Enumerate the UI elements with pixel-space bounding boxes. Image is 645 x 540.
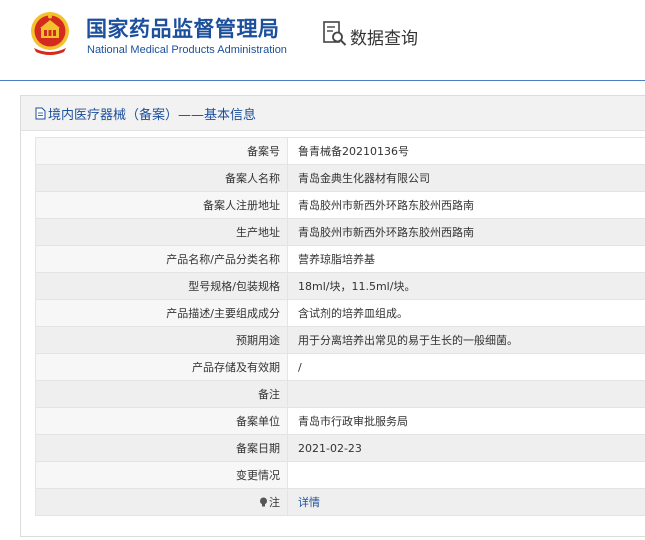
table-row: 备案单位 青岛市行政审批服务局 [35,407,645,435]
row-label-model-spec: 型号规格/包装规格 [35,272,288,300]
table-row: 备案人注册地址 青岛胶州市新西外环路东胶州西路南 [35,191,645,219]
row-value-production-address: 青岛胶州市新西外环路东胶州西路南 [287,218,645,246]
national-emblem-icon [31,12,69,55]
table-row: 备案人名称 青岛金典生化器材有限公司 [35,164,645,192]
table-row: 型号规格/包装规格 18ml/块，11.5ml/块。 [35,272,645,300]
row-label-remarks: 备注 [35,380,288,408]
row-label-description: 产品描述/主要组成成分 [35,299,288,327]
row-value-record-number: 鲁青械备20210136号 [287,137,645,165]
header-divider [0,80,645,81]
row-label-note: 注 [35,488,288,516]
row-label-registered-address: 备案人注册地址 [35,191,288,219]
row-value-filing-date: 2021-02-23 [287,434,645,462]
row-value-model-spec: 18ml/块，11.5ml/块。 [287,272,645,300]
table-row: 生产地址 青岛胶州市新西外环路东胶州西路南 [35,218,645,246]
panel-title: 境内医疗器械（备案）——基本信息 [48,107,257,123]
bulb-icon [260,497,267,507]
row-value-filing-unit: 青岛市行政审批服务局 [287,407,645,435]
row-label-production-address: 生产地址 [35,218,288,246]
site-title: 国家药品监督管理局 [86,17,280,41]
row-value-filer-name: 青岛金典生化器材有限公司 [287,164,645,192]
table-row: 备注 [35,380,645,408]
row-value-description: 含试剂的培养皿组成。 [287,299,645,327]
table-row: 产品名称/产品分类名称 营养琼脂培养基 [35,245,645,273]
note-label-text: 注 [269,496,280,509]
info-table: 备案号 鲁青械备20210136号 备案人名称 青岛金典生化器材有限公司 备案人… [35,137,645,516]
data-query-link[interactable]: 数据查询 [350,24,418,49]
row-value-registered-address: 青岛胶州市新西外环路东胶州西路南 [287,191,645,219]
table-row: 变更情况 [35,461,645,489]
table-row: 产品描述/主要组成成分 含试剂的培养皿组成。 [35,299,645,327]
row-value-remarks [287,380,645,408]
row-value-storage-validity: / [287,353,645,381]
row-label-changes: 变更情况 [35,461,288,489]
table-row: 备案日期 2021-02-23 [35,434,645,462]
data-query-icon[interactable] [323,21,347,47]
row-label-filing-date: 备案日期 [35,434,288,462]
table-row: 备案号 鲁青械备20210136号 [35,137,645,165]
row-value-intended-use: 用于分离培养出常见的易于生长的一般细菌。 [287,326,645,354]
row-label-filer-name: 备案人名称 [35,164,288,192]
row-label-filing-unit: 备案单位 [35,407,288,435]
row-label-record-number: 备案号 [35,137,288,165]
panel-header: 境内医疗器械（备案）——基本信息 [21,96,645,131]
info-panel: 境内医疗器械（备案）——基本信息 备案号 鲁青械备20210136号 备案人名称… [20,95,645,537]
row-value-product-name: 营养琼脂培养基 [287,245,645,273]
row-value-note: 详情 [287,488,645,516]
table-row: 注 详情 [35,488,645,516]
table-row: 产品存储及有效期 / [35,353,645,381]
row-label-product-name: 产品名称/产品分类名称 [35,245,288,273]
site-header: 国家药品监督管理局 National Medical Products Admi… [0,0,645,80]
row-value-changes [287,461,645,489]
details-link[interactable]: 详情 [298,496,320,509]
table-row: 预期用途 用于分离培养出常见的易于生长的一般细菌。 [35,326,645,354]
document-icon [35,107,46,119]
row-label-storage-validity: 产品存储及有效期 [35,353,288,381]
site-title-english: National Medical Products Administration [87,44,287,56]
row-label-intended-use: 预期用途 [35,326,288,354]
